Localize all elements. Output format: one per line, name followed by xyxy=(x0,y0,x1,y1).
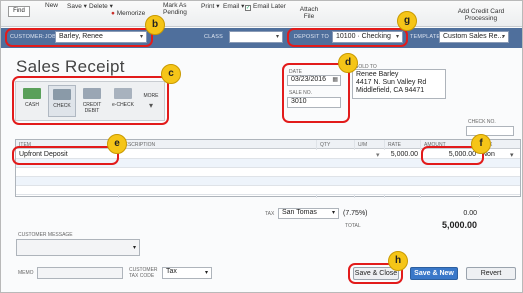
class-label: CLASS xyxy=(204,34,224,40)
customer-message-label: CUSTOMER MESSAGE xyxy=(18,232,73,238)
table-row[interactable] xyxy=(16,177,520,186)
email-label: Email xyxy=(223,3,240,10)
delete-label: Delete xyxy=(89,3,108,10)
callout-badge-h: h xyxy=(388,251,408,271)
tax-value: San Tomas xyxy=(282,209,317,216)
chevron-down-icon[interactable]: ▾ xyxy=(510,151,514,159)
chevron-down-icon: ▾ xyxy=(331,210,335,216)
memorize-icon: ● xyxy=(111,10,115,17)
sold-to-line: 4417 N. Sun Valley Rd xyxy=(356,79,427,86)
chevron-down-icon: ▾ xyxy=(132,245,136,251)
callout-badge-d: d xyxy=(338,53,358,73)
chevron-down-icon: ▾ xyxy=(275,34,279,40)
sold-to-line: Renee Barley xyxy=(356,71,399,78)
sold-to-line: Middlefield, CA 94471 xyxy=(356,87,425,94)
callout-badge-c: c xyxy=(161,64,181,84)
callout-badge-e: e xyxy=(107,134,127,154)
table-row[interactable] xyxy=(16,186,520,195)
checkbox-checked-icon: ✓ xyxy=(245,5,251,11)
tax-dropdown[interactable]: San Tomas ▾ xyxy=(278,208,339,219)
memorize-label: Memorize xyxy=(116,10,146,17)
callout-badge-f: f xyxy=(471,134,491,154)
callout-outline-b xyxy=(5,28,153,47)
memorize-button[interactable]: ● Memorize xyxy=(111,10,145,17)
callout-outline-g xyxy=(287,28,408,47)
print-label: Print xyxy=(201,3,215,10)
email-button[interactable]: Email ▾ xyxy=(223,2,244,10)
revert-button[interactable]: Revert xyxy=(466,267,516,280)
email-later-checkbox[interactable]: ✓ Email Later xyxy=(245,3,286,11)
callout-outline-c xyxy=(12,76,169,125)
check-no-input[interactable] xyxy=(466,126,514,136)
chevron-down-icon: ▾ xyxy=(241,3,245,10)
delete-button[interactable]: Delete ▾ xyxy=(89,2,113,10)
tax-amount: 0.00 xyxy=(463,210,477,217)
attach-file-button[interactable]: Attach File xyxy=(297,6,321,20)
find-button[interactable]: Find xyxy=(8,6,30,17)
tax-label: TAX xyxy=(265,211,275,217)
customer-tax-code-label: CUSTOMER TAX CODE xyxy=(129,267,158,279)
new-label: New xyxy=(45,2,59,9)
chevron-down-icon: ▾ xyxy=(109,3,113,10)
customer-message-dropdown[interactable]: ▾ xyxy=(16,239,140,256)
callout-badge-g: g xyxy=(397,11,417,31)
print-button[interactable]: Print ▾ xyxy=(201,2,219,10)
chevron-down-icon: ▾ xyxy=(204,270,208,276)
column-header-um: U/M xyxy=(358,142,368,148)
chevron-down-icon: ▾ xyxy=(216,3,220,10)
save-and-new-button[interactable]: Save & New xyxy=(410,267,458,280)
callout-outline-d xyxy=(282,63,350,123)
memo-input[interactable] xyxy=(37,267,123,279)
check-no-label: CHECK NO. xyxy=(468,119,496,125)
template-value: Custom Sales Re... xyxy=(443,33,504,40)
tax-rate: (7.75%) xyxy=(343,210,368,217)
sales-receipt-window: Find New Save ▾ Delete ▾ ● Memorize Mark… xyxy=(0,0,523,293)
customer-tax-code-value: Tax xyxy=(166,268,177,275)
save-button[interactable]: Save ▾ xyxy=(67,2,87,10)
email-later-label: Email Later xyxy=(253,3,286,10)
rate-cell[interactable]: 5,000.00 xyxy=(388,151,418,158)
class-dropdown[interactable]: ▾ xyxy=(229,31,283,43)
total-value: 5,000.00 xyxy=(441,220,477,230)
callout-badge-b: b xyxy=(145,15,165,35)
save-label: Save xyxy=(67,3,82,10)
callout-outline-e xyxy=(12,146,119,165)
total-label: TOTAL xyxy=(345,223,361,229)
customer-tax-code-dropdown[interactable]: Tax ▾ xyxy=(162,267,212,279)
column-header-qty: QTY xyxy=(320,142,331,148)
page-title: Sales Receipt xyxy=(16,57,125,76)
column-header-rate: RATE xyxy=(388,142,401,148)
chevron-down-icon: ▾ xyxy=(83,3,87,10)
chevron-down-icon: ▾ xyxy=(501,34,505,40)
new-button[interactable]: New xyxy=(45,2,58,9)
template-dropdown[interactable]: Custom Sales Re... ▾ xyxy=(439,31,509,43)
toolbar: Find New Save ▾ Delete ▾ ● Memorize Mark… xyxy=(1,1,522,27)
add-credit-card-processing-button[interactable]: Add Credit Card Processing xyxy=(449,8,513,22)
table-row[interactable] xyxy=(16,168,520,177)
mark-as-pending-button[interactable]: Mark As Pending xyxy=(163,2,199,16)
memo-label: MEMO xyxy=(18,270,34,276)
chevron-down-icon[interactable]: ▾ xyxy=(376,151,380,159)
template-label: TEMPLATE xyxy=(410,34,441,40)
sold-to-address[interactable]: Renee Barley 4417 N. Sun Valley Rd Middl… xyxy=(352,69,446,99)
